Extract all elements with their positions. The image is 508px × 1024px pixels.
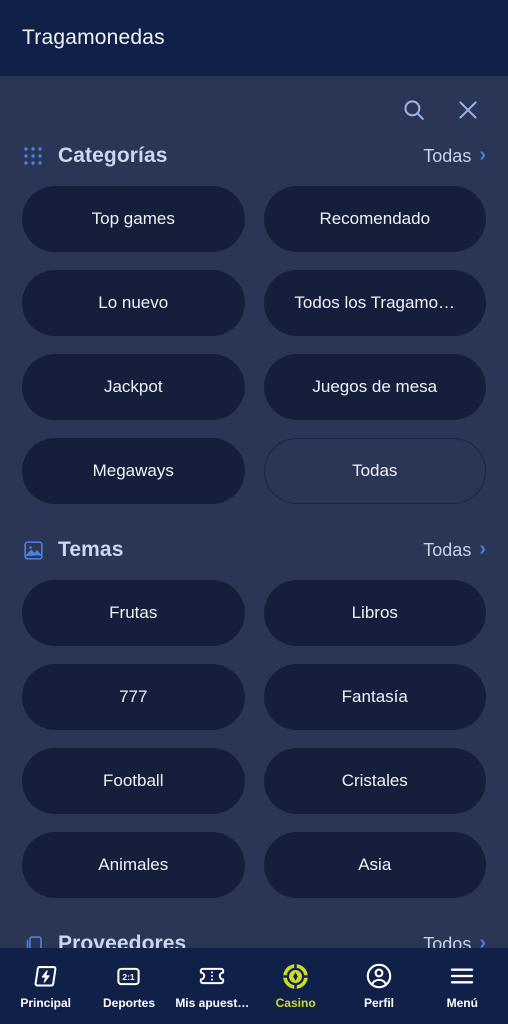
see-all-proveedores-label: Todos [423,933,472,949]
grid-dots-icon [22,145,44,167]
chip-asia[interactable]: Asia [263,832,486,898]
chip-todas-categorias[interactable]: Todas [263,438,486,504]
chevron-right-icon: › [479,144,486,166]
chip-animales[interactable]: Animales [22,832,245,898]
nav-label-principal: Principal [20,996,71,1010]
section-header-categorias: Categorías Todas › [0,132,508,178]
see-all-temas-label: Todas [423,539,472,560]
chip-fantasia[interactable]: Fantasía [263,664,486,730]
chip-lo-nuevo[interactable]: Lo nuevo [22,270,245,336]
chip-grid-temas: Frutas Libros 777 Fantasía Football Cris… [0,572,508,898]
see-all-proveedores-link[interactable]: Todos › [423,932,486,949]
section-title-temas: Temas [58,538,124,561]
see-all-categorias-label: Todas [423,145,472,166]
section-header-proveedores: Proveedores Todos › [0,920,508,948]
sheet-actions [0,76,508,132]
ticket-icon [198,962,226,990]
section-title-categorias: Categorías [58,144,168,167]
chip-top-games[interactable]: Top games [22,186,245,252]
casino-chip-icon [281,962,310,990]
close-button[interactable] [452,94,484,126]
chip-todos-los-tragamonedas[interactable]: Todos los Tragamo… [263,270,486,336]
search-icon [401,97,427,123]
chip-jackpot[interactable]: Jackpot [22,354,245,420]
nav-item-casino[interactable]: Casino [254,948,337,1024]
layers-icon [22,933,44,948]
chevron-right-icon: › [479,932,486,948]
chip-libros[interactable]: Libros [263,580,486,646]
nav-label-deportes: Deportes [102,996,155,1010]
section-temas: Temas Todas › Frutas Libros 777 Fantasía… [0,526,508,898]
see-all-categorias-link[interactable]: Todas › [423,144,486,167]
hamburger-menu-icon [448,962,476,990]
chip-football[interactable]: Football [22,748,245,814]
section-proveedores: Proveedores Todos › [0,920,508,948]
section-header-temas: Temas Todas › [0,526,508,572]
nav-item-perfil[interactable]: Perfil [337,948,420,1024]
scoreboard-icon: 2:1 [115,962,142,990]
section-categorias: Categorías Todas › Top games Recomendado… [0,132,508,504]
image-icon [22,539,44,561]
chip-juegos-de-mesa[interactable]: Juegos de mesa [263,354,486,420]
nav-item-mis-apuestas[interactable]: Mis apuest… [171,948,254,1024]
see-all-temas-link[interactable]: Todas › [423,538,486,561]
chip-grid-categorias: Top games Recomendado Lo nuevo Todos los… [0,178,508,504]
nav-label-mis-apuestas: Mis apuest… [175,996,250,1010]
chip-recomendado[interactable]: Recomendado [263,186,486,252]
nav-label-menu: Menú [446,996,478,1010]
filters-sheet: Categorías Todas › Top games Recomendado… [0,76,508,948]
nav-item-menu[interactable]: Menú [421,948,504,1024]
chip-777[interactable]: 777 [22,664,245,730]
chip-cristales[interactable]: Cristales [263,748,486,814]
section-divider-1 [0,504,508,526]
svg-text:2:1: 2:1 [123,971,136,981]
section-title-proveedores: Proveedores [58,932,187,948]
page-title: Tragamonedas [22,26,165,49]
chevron-right-icon: › [479,538,486,560]
close-icon [455,97,481,123]
nav-item-deportes[interactable]: 2:1 Deportes [87,948,170,1024]
section-divider-2 [0,898,508,920]
user-circle-icon [365,962,393,990]
app-bar: Tragamonedas [0,0,508,76]
nav-label-casino: Casino [275,996,316,1010]
chip-frutas[interactable]: Frutas [22,580,245,646]
lightning-bolt-icon [32,962,59,990]
nav-item-principal[interactable]: Principal [4,948,87,1024]
search-button[interactable] [398,94,430,126]
chip-megaways[interactable]: Megaways [22,438,245,504]
bottom-navigation: Principal 2:1 Deportes Mis apuest… Casin… [0,948,508,1024]
nav-label-perfil: Perfil [363,996,394,1010]
